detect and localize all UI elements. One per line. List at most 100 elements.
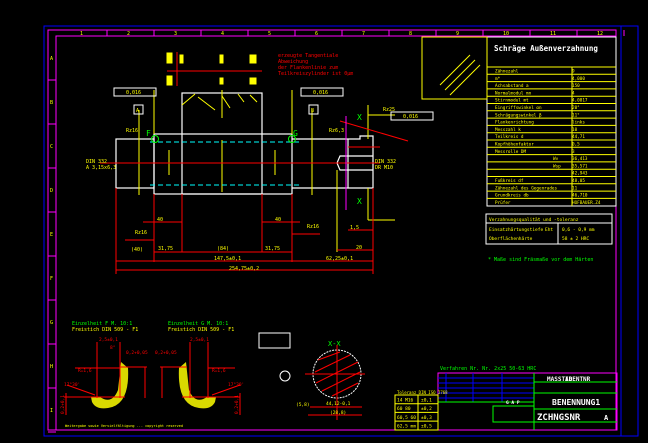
detail-f: 2,5±0,1 R=1,6 0,2+0,05 17°30' 0,2+0,1 8° xyxy=(60,337,148,415)
grid-label: 8 xyxy=(409,31,412,37)
gear-row-value: 36,413 xyxy=(572,156,588,162)
grid-label: I xyxy=(50,408,53,414)
grid-label: 11 xyxy=(550,31,556,37)
section-xx: X-X (5,8) 44,12-0,1 (28,8) xyxy=(258,332,365,420)
gear-row-label: Grundkreis db xyxy=(495,193,529,199)
detail-g-subtitle: Freistich DIN 509 - F1 xyxy=(168,327,234,333)
quality-label: Oberflächenhärte xyxy=(489,236,533,242)
roughness: Rz16 xyxy=(135,230,147,236)
gear-row-value: links xyxy=(572,120,585,126)
grid-label: 12 xyxy=(597,31,603,37)
grid-label: E xyxy=(50,232,53,238)
din-right: DR M10 xyxy=(375,165,393,171)
dim: 0,2+0,05 xyxy=(126,350,148,356)
grid-label: F xyxy=(50,276,53,282)
gear-row-label: Achsabstand a xyxy=(495,83,529,89)
dim-vertical: 0,2+0,1 xyxy=(234,395,240,414)
grid-label: C xyxy=(50,144,53,150)
dim: (28,8) xyxy=(330,410,346,416)
grid-label: 6 xyxy=(315,31,318,37)
grid-labels-left: A B C D E F G H I xyxy=(48,56,56,433)
tolerance-row: 62,5 mm xyxy=(397,424,416,430)
dim: 254,75±0,2 xyxy=(229,266,259,272)
dim: 44,12-0,1 xyxy=(326,401,351,407)
tolerance-value: 0,016 xyxy=(403,114,418,120)
dim: (84) xyxy=(217,246,229,252)
gear-row-value: 10 xyxy=(572,127,578,133)
tolerance-value: 0,016 xyxy=(313,90,328,96)
datum-label: A xyxy=(136,108,139,114)
quality-unit: Eht xyxy=(545,227,553,233)
gear-row-value: 0,5 xyxy=(572,142,580,148)
dim-vertical: 0,2+0,1 xyxy=(60,395,66,414)
dim: 2,5±0,1 xyxy=(190,337,209,343)
roughness: Rz16 xyxy=(307,224,319,230)
gear-row-value: 150 xyxy=(572,83,580,89)
gear-row-label: Schrägungswinkel β xyxy=(495,112,542,118)
dim: (40) xyxy=(131,247,143,253)
gear-row-value: 48,05 xyxy=(572,178,585,184)
dim: R=1,6 xyxy=(78,368,92,374)
copyright: Weitergabe sowie Vervielfältigung ... co… xyxy=(65,424,183,428)
gear-row-value: 44,71 xyxy=(572,134,585,140)
dim: 62,25±0,1 xyxy=(326,256,353,262)
quality-label: Einsatzhärtungstiefe xyxy=(489,227,543,233)
gear-row-value: 46,710 xyxy=(572,193,588,199)
dim: 17°30' xyxy=(228,382,244,388)
gear-row-label: Kopfhöhenfaktor xyxy=(495,142,534,148)
detail-f-subtitle: Freistich DIN 509 - F1 xyxy=(72,327,138,333)
gear-row-label: Prüfer xyxy=(495,200,511,206)
section-title: X-X xyxy=(328,340,341,348)
grid-label: A xyxy=(50,56,53,62)
grid-label: 3 xyxy=(174,31,177,37)
section-x-top: X xyxy=(357,113,362,122)
quality-value: 58 ± 2 HRC xyxy=(562,236,589,242)
tolerance-table-header: Toleranz DIN ISO 2768 xyxy=(397,390,448,395)
grid-label: 5 xyxy=(268,31,271,37)
gear-row-value: 35,571 xyxy=(572,163,588,169)
gear-row-label: Stirnmodul mt xyxy=(495,98,529,104)
dim: 40 xyxy=(157,217,163,223)
gear-table-title: Schräge Außenverzahnung xyxy=(494,44,598,53)
ident-number: IDENTNR xyxy=(565,376,591,383)
dim: 31,75 xyxy=(265,246,280,252)
gear-row-value: 20° xyxy=(572,105,580,111)
tolerance-row: 14 M16 xyxy=(397,398,414,404)
benennung: BENENNUNG1 xyxy=(552,398,600,407)
roughness: Rz6,3 xyxy=(329,128,344,134)
dim: 147,5±0,1 xyxy=(214,256,241,262)
dim: 8° xyxy=(110,345,116,351)
gear-row-label: Normalmodul mn xyxy=(495,90,532,96)
tolerance-row: ±0,3 xyxy=(421,415,432,421)
quality-value: 0,6 - 0,9 mm xyxy=(562,227,595,233)
gear-table-rows: Zähnezahl 9m* 4,000Achsabstand a 150Normalm… xyxy=(487,66,616,206)
tolerance-value: 0,016 xyxy=(126,90,141,96)
gear-row-value: 11° xyxy=(572,112,580,118)
gear-row-label: Eingriffswinkel αn xyxy=(495,105,542,111)
gear-row-label: Messrolle DM xyxy=(495,149,526,155)
grid-label: G xyxy=(50,320,53,326)
label-f: F xyxy=(146,129,151,138)
dim: R=1,6 xyxy=(212,368,226,374)
gear-row-label: Zähnezahl des Gegenrades xyxy=(495,185,557,191)
note: * Maße sind Fräsmaße vor dem Härten xyxy=(488,257,593,263)
tolerance-row: 60,5 60 xyxy=(397,415,416,421)
process-note: Verfahren Nr. Nr. 2x25 50-63 HRC xyxy=(440,366,536,372)
grid-label: 9 xyxy=(456,31,459,37)
label-g: G xyxy=(293,129,298,138)
gear-row-label: Wv xyxy=(553,156,559,162)
section-x-bottom: X xyxy=(357,197,362,206)
dim: 20 xyxy=(356,245,362,251)
tolerance-table: 14 M16 ±0,1 60 80 ±0,2 60,5 60 ±0,3 62,5 mm ±0,… xyxy=(395,394,438,430)
index: A xyxy=(604,414,609,422)
shaft-outline xyxy=(115,92,374,195)
grid-label: H xyxy=(50,364,53,370)
gear-row-label: Messzahl k xyxy=(495,127,521,133)
red-note: erzeugte Tangentiale Abweichung der Flan… xyxy=(278,53,353,77)
grid-label: D xyxy=(50,188,53,194)
tooth-profile-hatch xyxy=(439,54,481,96)
tolerance-row: ±0,2 xyxy=(421,406,432,412)
dim: 31,75 xyxy=(158,246,173,252)
tolerance-row: ±0,1 xyxy=(421,398,432,404)
grid-label: 1 xyxy=(80,31,83,37)
